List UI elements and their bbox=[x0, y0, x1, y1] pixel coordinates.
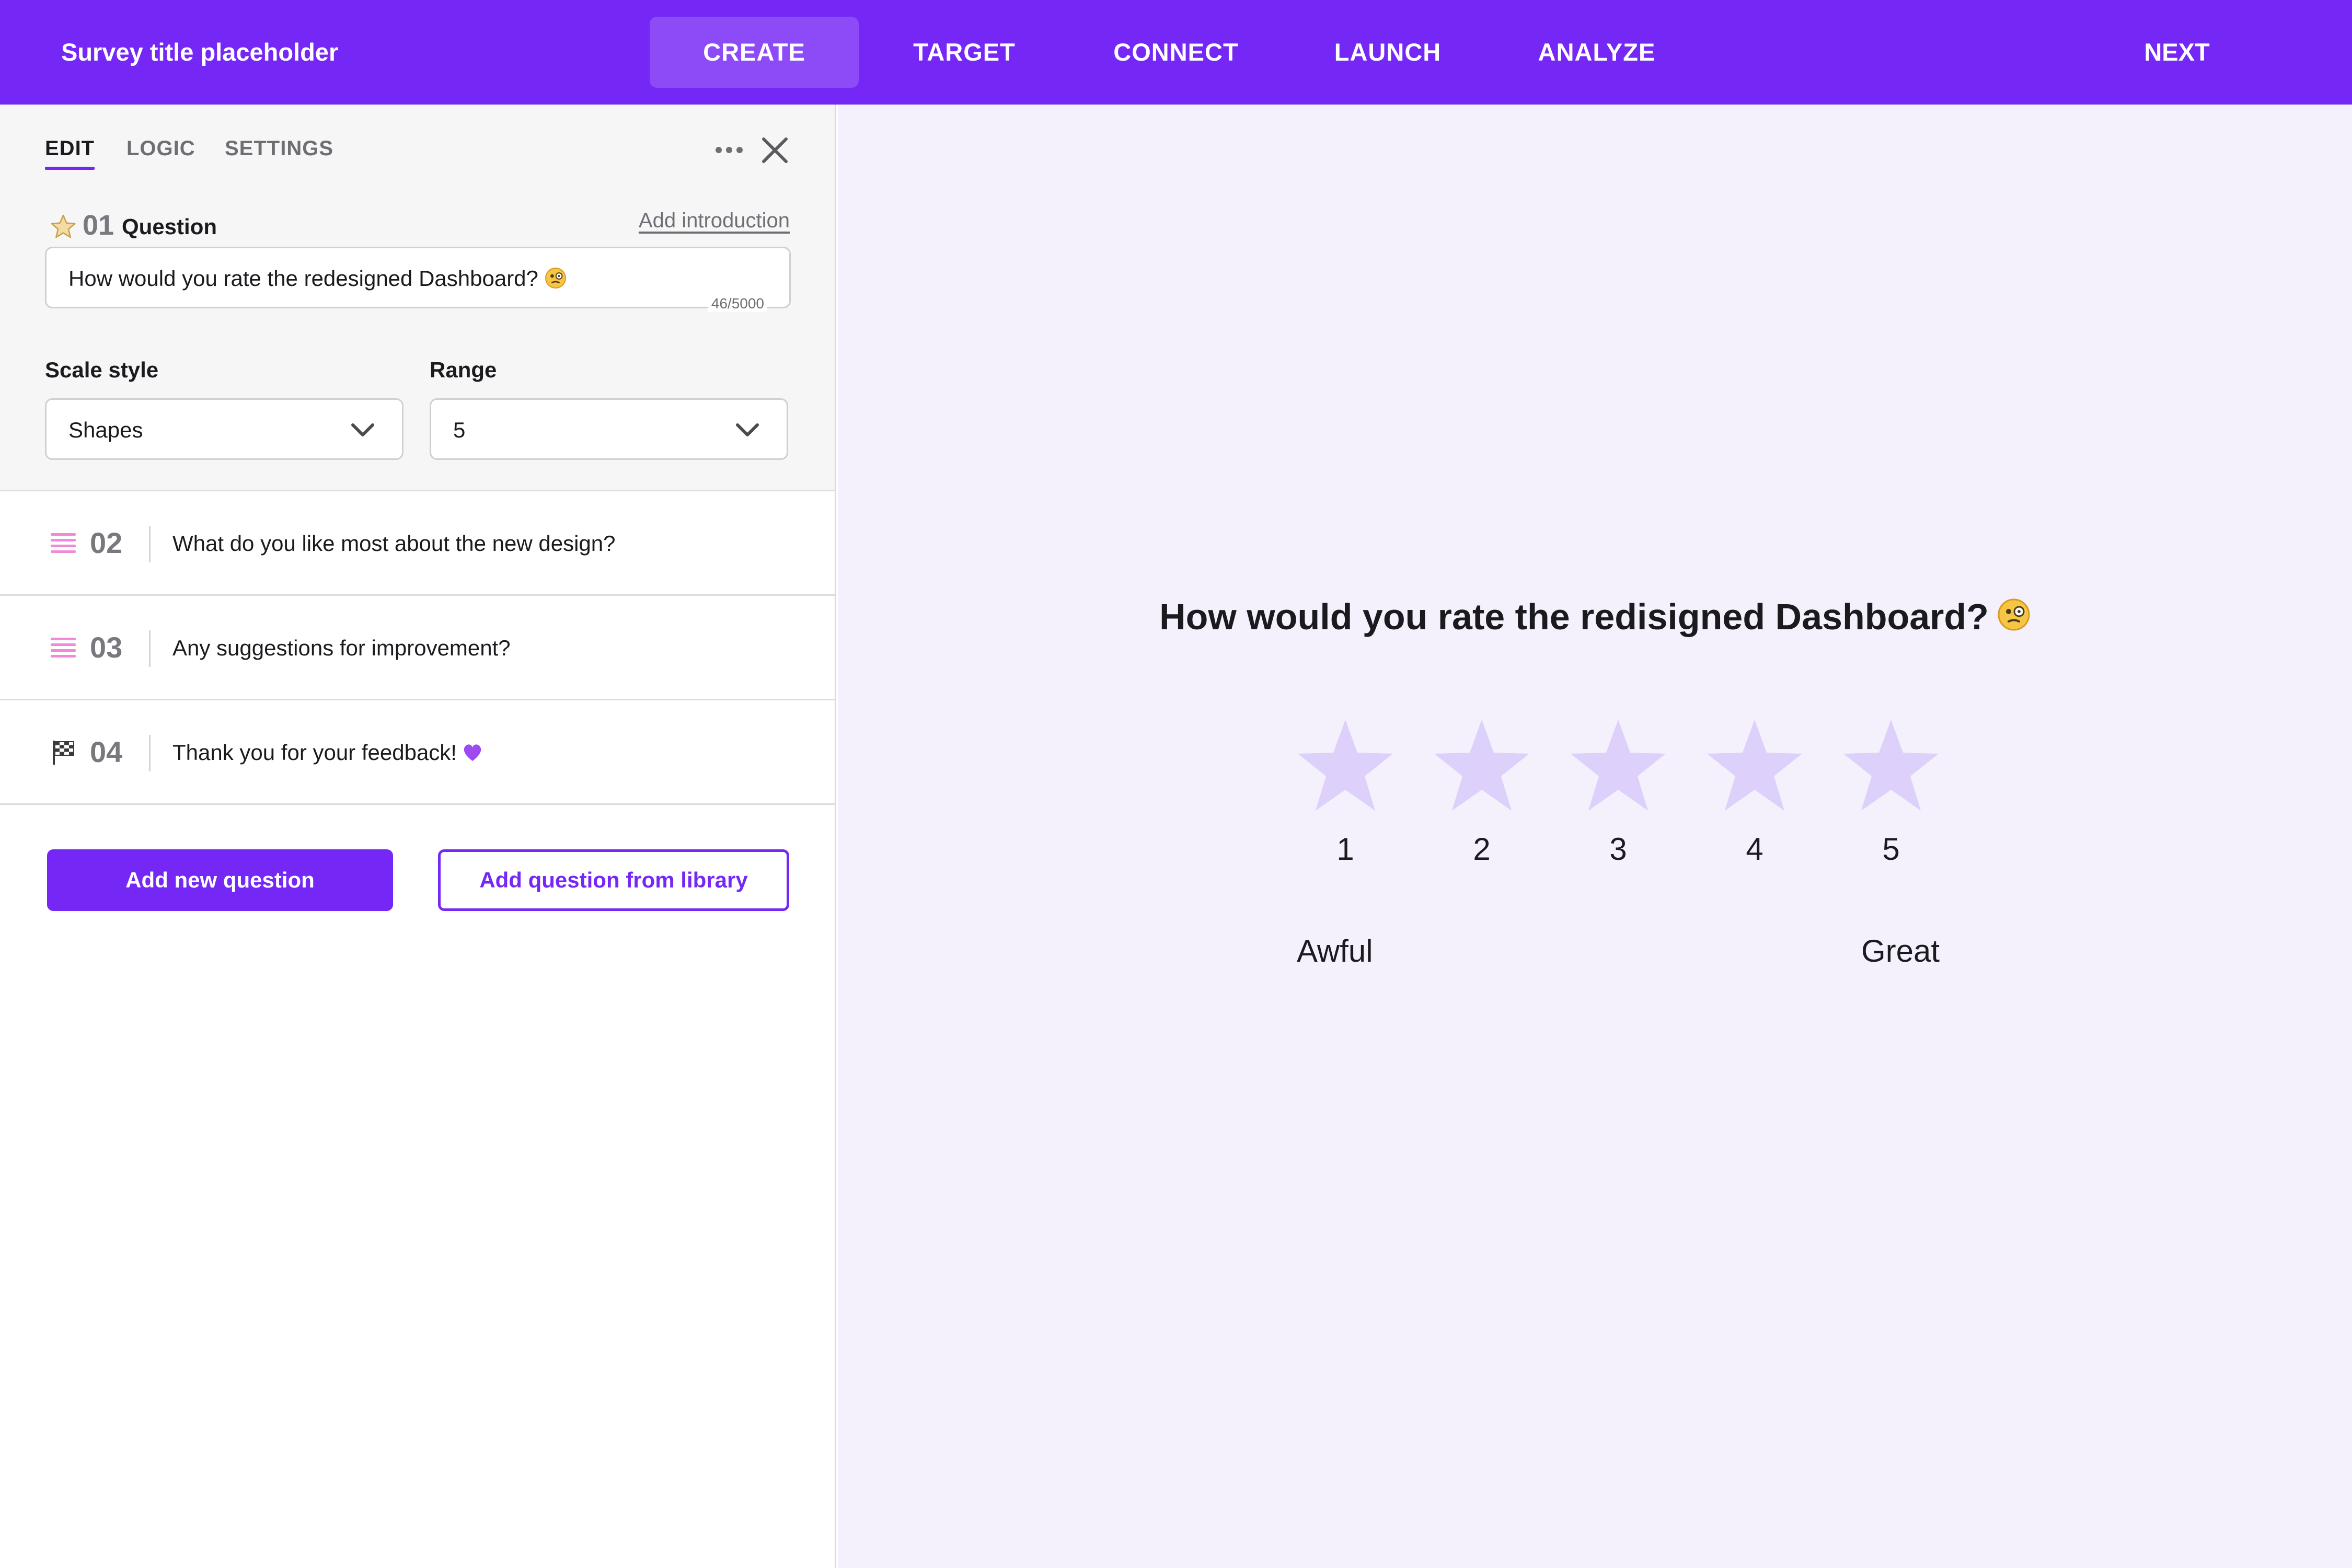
question-text: Any suggestions for improvement? bbox=[172, 636, 511, 660]
range-label: Range bbox=[430, 358, 497, 382]
rating-star-5[interactable] bbox=[1841, 719, 1941, 813]
question-label: Question bbox=[122, 214, 217, 239]
question-row-04[interactable]: 04 Thank you for your feedback! bbox=[0, 700, 835, 805]
tab-create[interactable]: CREATE bbox=[650, 17, 859, 88]
scale-style-select[interactable]: Shapes bbox=[45, 398, 403, 460]
chevron-down-icon bbox=[736, 423, 759, 436]
thinking-face-emoji-icon bbox=[545, 267, 566, 289]
tab-launch[interactable]: LAUNCH bbox=[1307, 17, 1469, 88]
character-counter: 46/5000 bbox=[708, 295, 767, 312]
rating-value-3: 3 bbox=[1609, 832, 1627, 867]
question-01-editor: EDIT LOGIC SETTINGS 01 Question Add intr… bbox=[0, 105, 835, 491]
scale-high-label: Great bbox=[1861, 933, 1940, 969]
rating-star-3[interactable] bbox=[1569, 719, 1668, 813]
next-button[interactable]: NEXT bbox=[2112, 17, 2242, 88]
range-value: 5 bbox=[453, 418, 466, 442]
purple-heart-icon bbox=[464, 744, 481, 761]
tab-target[interactable]: TARGET bbox=[886, 17, 1043, 88]
add-introduction-link[interactable]: Add introduction bbox=[639, 209, 790, 233]
scale-style-label: Scale style bbox=[45, 358, 159, 382]
add-question-from-library-button[interactable]: Add question from library bbox=[438, 849, 789, 911]
question-number: 04 bbox=[90, 735, 123, 768]
question-text: What do you like most about the new desi… bbox=[172, 531, 616, 556]
text-lines-icon bbox=[51, 533, 76, 553]
chevron-down-icon bbox=[351, 423, 374, 436]
range-select[interactable]: 5 bbox=[430, 398, 788, 460]
survey-preview: How would you rate the redisigned Dashbo… bbox=[838, 105, 2352, 1568]
tab-settings[interactable]: SETTINGS bbox=[225, 137, 333, 160]
top-navigation-bar: Survey title placeholder CREATE TARGET C… bbox=[0, 0, 2352, 105]
tab-edit[interactable]: EDIT bbox=[45, 137, 95, 170]
thinking-face-emoji-icon bbox=[1998, 598, 2030, 631]
rating-value-2: 2 bbox=[1473, 832, 1491, 867]
tab-logic[interactable]: LOGIC bbox=[126, 137, 195, 160]
more-options-icon[interactable] bbox=[713, 142, 745, 158]
add-new-question-button[interactable]: Add new question bbox=[47, 849, 393, 911]
preview-question-text: How would you rate the redisigned Dashbo… bbox=[1159, 596, 1989, 637]
rating-star-4[interactable] bbox=[1705, 719, 1804, 813]
scale-low-label: Awful bbox=[1297, 933, 1373, 969]
preview-question-title: How would you rate the redisigned Dashbo… bbox=[838, 596, 2352, 638]
scale-style-value: Shapes bbox=[68, 418, 143, 442]
question-number: 03 bbox=[90, 631, 123, 664]
checkered-flag-icon bbox=[53, 741, 74, 765]
divider bbox=[149, 735, 151, 771]
divider bbox=[149, 630, 151, 667]
tab-analyze[interactable]: ANALYZE bbox=[1516, 17, 1678, 88]
rating-value-5: 5 bbox=[1882, 832, 1900, 867]
rating-star-2[interactable] bbox=[1432, 719, 1531, 813]
question-row-03[interactable]: 03 Any suggestions for improvement? bbox=[0, 596, 835, 700]
survey-title[interactable]: Survey title placeholder bbox=[61, 0, 338, 105]
rating-value-4: 4 bbox=[1746, 832, 1763, 867]
tab-connect[interactable]: CONNECT bbox=[1092, 17, 1260, 88]
question-editor-panel: EDIT LOGIC SETTINGS 01 Question Add intr… bbox=[0, 105, 836, 1568]
question-text-input[interactable]: How would you rate the redesigned Dashbo… bbox=[45, 247, 791, 312]
text-lines-icon bbox=[51, 638, 76, 658]
star-rating-type-icon bbox=[51, 214, 76, 238]
rating-star-1[interactable] bbox=[1296, 719, 1395, 813]
divider bbox=[149, 526, 151, 562]
question-text: Thank you for your feedback! bbox=[172, 740, 457, 765]
close-icon[interactable] bbox=[760, 136, 789, 165]
rating-value-1: 1 bbox=[1336, 832, 1354, 867]
question-row-02[interactable]: 02 What do you like most about the new d… bbox=[0, 491, 835, 596]
question-number: 01 bbox=[83, 210, 114, 241]
question-number: 02 bbox=[90, 526, 123, 559]
question-text-value: How would you rate the redesigned Dashbo… bbox=[68, 266, 538, 291]
